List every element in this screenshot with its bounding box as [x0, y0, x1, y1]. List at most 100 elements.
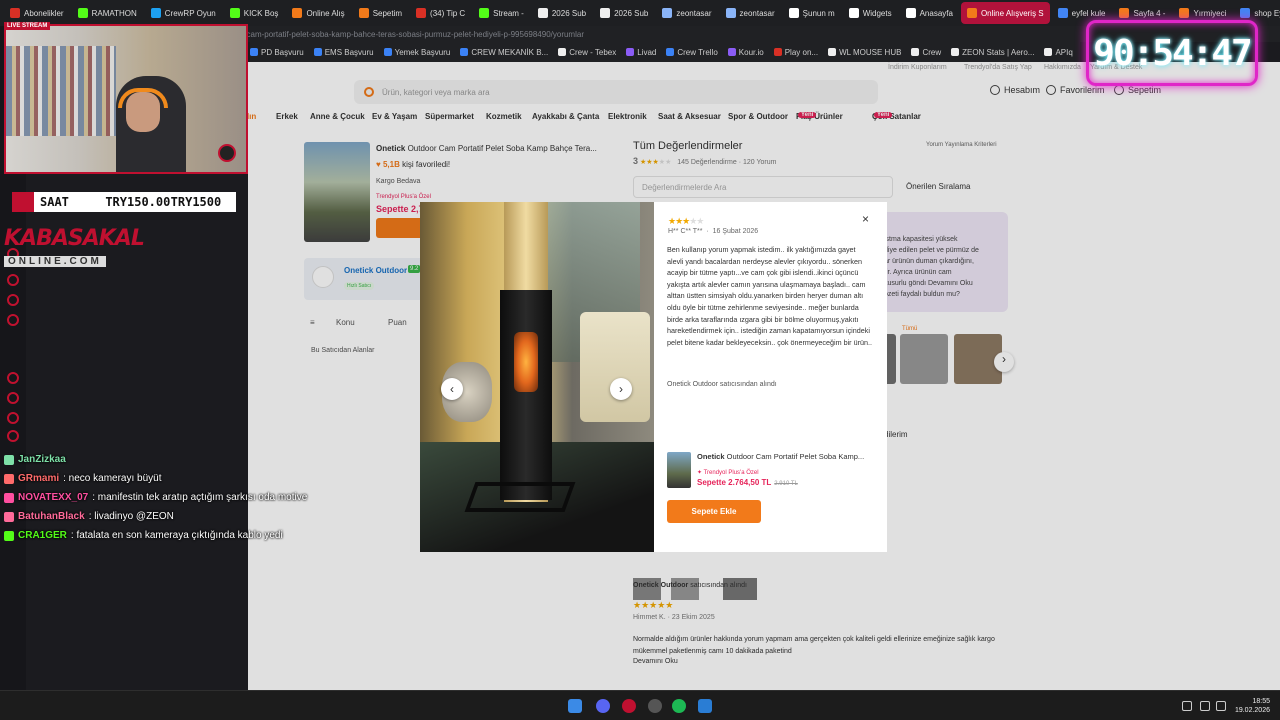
chat-username[interactable]: CRA1GER [18, 530, 67, 541]
bookmark-item[interactable]: ZEON Stats | Aero... [951, 48, 1034, 57]
tab-favicon-icon [537, 8, 548, 18]
tab-label: Sepetim [372, 8, 403, 18]
tab-favicon-icon [905, 8, 916, 18]
review-stars: ★★★★★ [668, 216, 704, 226]
chat-text: : fatalata en son kameraya çıktığında ka… [70, 530, 283, 541]
windows-start-icon[interactable] [568, 699, 582, 713]
network-icon[interactable] [1200, 701, 1210, 711]
browser-tab[interactable]: Widgets [843, 2, 898, 24]
browser-tab[interactable]: KICK Boş [224, 2, 285, 24]
tab-favicon-icon [358, 8, 369, 18]
tab-favicon-icon [662, 8, 673, 18]
bookmark-icon [626, 48, 635, 56]
close-icon[interactable]: × [862, 212, 869, 226]
prev-photo-button[interactable]: ‹ [441, 378, 463, 400]
chat-text: : manifestin tek aratıp açtığım şarkısı … [92, 492, 308, 503]
discord-icon[interactable] [596, 699, 610, 713]
bookmark-item[interactable]: CREW MEKANİK B... [460, 48, 548, 57]
tab-label: Online Alışveriş S [980, 8, 1044, 18]
bookmark-item[interactable]: EMS Başvuru [313, 48, 374, 57]
add-to-cart-button[interactable]: Sepete Ekle [667, 500, 761, 523]
bookmark-label: Yemek Başvuru [394, 47, 451, 57]
bookmark-item[interactable]: Yemek Başvuru [383, 47, 451, 57]
bookmark-item[interactable]: Crew - Tebex [558, 48, 616, 57]
browser-tab[interactable]: Online Alış [286, 2, 350, 24]
clock-date: 19.02.2026 [1234, 707, 1270, 714]
bookmark-icon [313, 48, 322, 56]
sidebar-icon[interactable] [7, 372, 19, 384]
bookmark-icon [773, 48, 782, 56]
app-icon[interactable] [698, 699, 712, 713]
browser-tab[interactable]: Stream - [473, 2, 530, 24]
mic-icon[interactable] [1182, 701, 1192, 711]
chat-message: NOVATEXX_07 : manifestin tek aratıp açtığ… [4, 488, 404, 507]
browser-tab[interactable]: RAMATHON [72, 2, 143, 24]
modal-product[interactable]: Onetick Outdoor Cam Portatif Pelet Soba … [667, 450, 877, 492]
review-author: H** C** T** · 16 Şubat 2026 [668, 228, 759, 235]
next-photo-button[interactable]: › [610, 378, 632, 400]
sidebar-icon[interactable] [7, 314, 19, 326]
tab-favicon-icon [1179, 8, 1190, 18]
sidebar-icon[interactable] [7, 392, 19, 404]
chat-message: BatuhanBlack: livadinyo @ZEON [4, 507, 404, 526]
browser-tab[interactable]: Online Alışveriş S [960, 2, 1050, 24]
browser-tab[interactable]: 2026 Sub [594, 2, 654, 24]
tab-label: Anasayfa [919, 8, 953, 18]
bookmark-label: CREW MEKANİK B... [471, 47, 549, 57]
bookmark-item[interactable]: WL MOUSE HUB [828, 48, 901, 57]
chat-username[interactable]: NOVATEXX_07 [18, 492, 88, 503]
bookmark-item[interactable]: Crew Trello [666, 48, 718, 57]
sidebar-icon[interactable] [7, 412, 19, 424]
bookmark-item[interactable]: Kour.io [727, 48, 764, 57]
tab-favicon-icon [479, 8, 490, 18]
browser-tab[interactable]: 2026 Sub [532, 2, 592, 24]
photo-chair [580, 312, 650, 422]
webcam-feed [4, 24, 248, 174]
chat-username[interactable]: GRmami [18, 473, 59, 484]
tab-favicon-icon [1119, 8, 1130, 18]
bookmark-item[interactable]: PD Başvuru [250, 48, 304, 57]
browser-tab[interactable]: zeontasar [656, 2, 717, 24]
sidebar-icon[interactable] [7, 274, 19, 286]
chat-username[interactable]: JanZizkaa [18, 454, 66, 465]
tab-favicon-icon [966, 8, 977, 18]
tab-favicon-icon [10, 8, 20, 18]
bookmark-item[interactable]: Livad [626, 48, 656, 57]
obs-icon[interactable] [648, 699, 662, 713]
system-clock[interactable]: 18:55 19.02.2026 [1235, 697, 1270, 715]
review-seller: Onetick Outdoor satıcısından alındı [667, 381, 777, 388]
taskbar: 18:55 19.02.2026 [0, 690, 1280, 720]
browser-tab[interactable]: Şunun m [783, 2, 841, 24]
bookmark-item[interactable]: APIq [1044, 48, 1073, 57]
browser-tab[interactable]: Anasayfa [900, 2, 959, 24]
review-seller-brand: Onetick Outdoor [667, 381, 718, 388]
browser-tab[interactable]: CrewRP Oyun [145, 2, 222, 24]
tab-favicon-icon [1240, 8, 1251, 18]
opera-icon[interactable] [622, 699, 636, 713]
bookmark-label: Crew [922, 47, 942, 57]
browser-tab[interactable]: Abonelikler [4, 2, 70, 24]
chat-badge-icon [4, 511, 14, 522]
tab-favicon-icon [229, 8, 240, 18]
browser-tab[interactable]: (34) Tip C [410, 2, 471, 24]
tab-label: RAMATHON [91, 8, 137, 18]
tab-favicon-icon [725, 8, 736, 18]
browser-tab[interactable]: zeontasar [720, 2, 781, 24]
bookmark-label: Livad [637, 47, 657, 57]
bookmark-item[interactable]: Crew [911, 48, 941, 57]
tab-label: zeontasar [676, 8, 712, 18]
bookmark-item[interactable]: Play on... [773, 48, 818, 57]
bookmark-label: WL MOUSE HUB [839, 47, 902, 57]
bookmark-icon [558, 48, 567, 56]
stream-chat: JanZizkaa GRmami: neco kamerayı büyüt NOVA… [4, 450, 404, 545]
spotify-icon[interactable] [672, 699, 686, 713]
browser-tab[interactable]: Sepetim [353, 2, 408, 24]
ticker-value-1: TRY150.00 [105, 195, 171, 209]
sidebar-icon[interactable] [7, 430, 19, 442]
tab-label: Widgets [862, 8, 892, 18]
chat-username[interactable]: BatuhanBlack [18, 511, 85, 522]
sidebar-icon[interactable] [7, 294, 19, 306]
bookmark-icon [951, 48, 960, 56]
volume-icon[interactable] [1216, 701, 1226, 711]
chat-text: : livadinyo @ZEON [88, 511, 174, 522]
